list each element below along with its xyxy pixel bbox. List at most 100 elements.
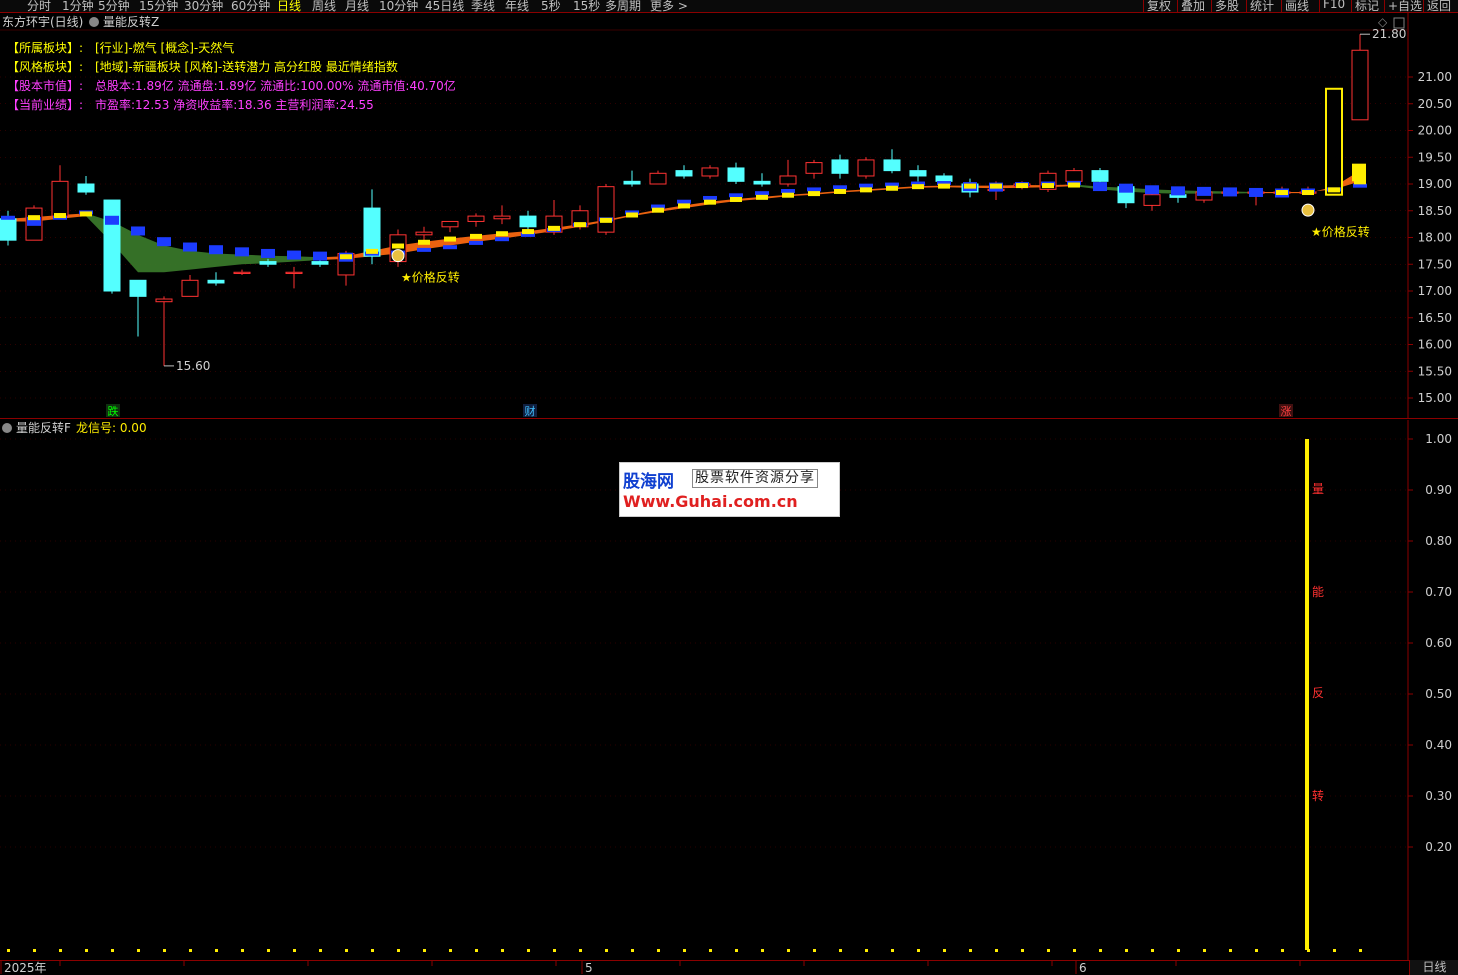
ma-yellow-mark	[990, 183, 1002, 189]
info-value: 总股本:1.89亿 流通盘:1.89亿 流通比:100.00% 流通市值:40.…	[95, 78, 456, 93]
breakout-yellow-block	[1352, 163, 1366, 182]
ma-blue-mark	[781, 189, 795, 194]
toolbar-right-item-4[interactable]: 画线	[1285, 0, 1309, 12]
candle-body	[675, 170, 693, 177]
ma-yellow-mark	[548, 225, 560, 231]
sub-y-tick-label: 0.60	[1425, 636, 1452, 650]
ma-yellow-mark	[28, 215, 40, 221]
sub-y-tick-label: 0.50	[1425, 687, 1452, 701]
main-y-tick-label: 16.00	[1418, 338, 1452, 352]
sub-y-tick-label: 0.30	[1425, 789, 1452, 803]
toolbar-item-0[interactable]: 分时	[27, 0, 51, 12]
toolbar-item-1[interactable]: 1分钟	[62, 0, 94, 12]
toolbar-item-13[interactable]: 5秒	[541, 0, 561, 12]
baseline-dot	[631, 949, 634, 952]
candle-body	[207, 279, 225, 284]
indicator-dropdown-icon[interactable]	[89, 17, 99, 27]
baseline-dot	[1281, 949, 1284, 952]
ma-blue-mark	[1223, 187, 1237, 197]
toolbar-item-9[interactable]: 10分钟	[379, 0, 418, 12]
baseline-dot	[735, 949, 738, 952]
ma-blue-mark	[443, 245, 457, 250]
toolbar-item-5[interactable]: 60分钟	[231, 0, 270, 12]
baseline-dot	[59, 949, 62, 952]
candle-body	[311, 261, 329, 265]
candle-body	[779, 175, 797, 185]
toolbar-right-item-1[interactable]: 叠加	[1181, 0, 1205, 12]
toolbar-right-item-6[interactable]: 标记	[1355, 0, 1379, 12]
toolbar-separator	[1351, 0, 1352, 12]
sub-indicator-dropdown-icon[interactable]	[2, 423, 12, 433]
ma-blue-mark	[833, 185, 847, 190]
ma-blue-mark	[1249, 187, 1263, 197]
ma-yellow-mark	[964, 183, 976, 189]
ma-blue-mark	[703, 195, 717, 200]
ma-yellow-mark	[1328, 187, 1340, 193]
main-y-tick-label: 18.50	[1418, 204, 1452, 218]
toolbar-item-11[interactable]: 季线	[471, 0, 495, 12]
sub-indicator-name[interactable]: 量能反转F	[16, 420, 71, 435]
info-value: [地域]-新疆板块 [风格]-送转潜力 高分红股 最近情绪指数	[95, 59, 398, 74]
toolbar-item-3[interactable]: 15分钟	[139, 0, 178, 12]
main-y-tick-label: 17.50	[1418, 257, 1452, 271]
ma-yellow-mark	[470, 233, 482, 239]
main-price-chart[interactable]: 21.00 20.50 20.00 19.50 19.00 18.50 18.00 17.50…	[0, 13, 1458, 419]
toolbar-item-4[interactable]: 30分钟	[184, 0, 223, 12]
event-marker[interactable]: 跌	[108, 404, 119, 418]
ma-blue-mark	[183, 242, 197, 252]
toolbar-item-12[interactable]: 年线	[505, 0, 529, 12]
toolbar-item-2[interactable]: 5分钟	[98, 0, 130, 12]
candle-body	[233, 271, 251, 274]
event-marker[interactable]: 涨	[1281, 405, 1292, 418]
toolbar-item-6[interactable]: 日线	[277, 0, 301, 12]
toolbar-right-item-7[interactable]: +自选	[1388, 0, 1422, 12]
toolbar-right-item-0[interactable]: 复权	[1147, 0, 1171, 12]
toolbar-item-15[interactable]: 多周期	[605, 0, 641, 12]
x-axis-label: 2025年	[4, 961, 47, 975]
toolbar-item-7[interactable]: 周线	[312, 0, 336, 12]
baseline-dot	[1203, 949, 1206, 952]
toolbar-right-item-5[interactable]: F10	[1323, 0, 1345, 11]
toolbar-item-14[interactable]: 15秒	[573, 0, 600, 12]
toolbar-item-10[interactable]: 45日线	[425, 0, 464, 12]
ma-blue-mark	[417, 247, 431, 252]
ma-yellow-mark	[782, 192, 794, 198]
toolbar-separator	[1211, 0, 1212, 12]
ma-yellow-mark	[600, 217, 612, 223]
baseline-dot	[917, 949, 920, 952]
candle-body	[727, 167, 745, 182]
info-label: 【当前业绩】:	[7, 97, 83, 112]
toolbar-separator	[1177, 0, 1178, 12]
indicator-name[interactable]: 量能反转Z	[103, 14, 159, 29]
baseline-dot	[267, 949, 270, 952]
baseline-dot	[891, 949, 894, 952]
sub-y-tick-label: 0.90	[1425, 483, 1452, 497]
event-marker[interactable]: 财	[525, 404, 536, 418]
baseline-dot	[1177, 949, 1180, 952]
sub-y-tick-label: 1.00	[1425, 432, 1452, 446]
ma-yellow-mark	[860, 187, 872, 193]
signal-vertical-char: 反	[1312, 686, 1324, 700]
baseline-dot	[293, 949, 296, 952]
info-label: 【风格板块】:	[7, 59, 83, 74]
candle-body	[259, 261, 277, 265]
ma-blue-mark	[495, 237, 509, 242]
main-y-tick-label: 17.00	[1418, 284, 1452, 298]
candle-body	[1351, 49, 1369, 121]
ma-blue-mark	[729, 193, 743, 198]
ma-blue-mark	[261, 248, 275, 258]
toolbar-item-8[interactable]: 月线	[345, 0, 369, 12]
main-y-tick-label: 16.50	[1418, 311, 1452, 325]
ma-yellow-mark	[444, 236, 456, 242]
baseline-dot	[501, 949, 504, 952]
toolbar-right-item-3[interactable]: 统计	[1250, 0, 1274, 12]
candle-body	[415, 231, 433, 236]
toolbar-right-item-8[interactable]: 返回	[1427, 0, 1451, 12]
toolbar-right-item-2[interactable]: 多股	[1215, 0, 1239, 12]
baseline-dot	[813, 949, 816, 952]
main-y-tick-label: 19.50	[1418, 150, 1452, 164]
baseline-dot	[189, 949, 192, 952]
toolbar-item-16[interactable]: 更多 >	[650, 0, 688, 12]
period-tab-daily[interactable]: 日线	[1409, 960, 1458, 975]
baseline-dot	[1229, 949, 1232, 952]
